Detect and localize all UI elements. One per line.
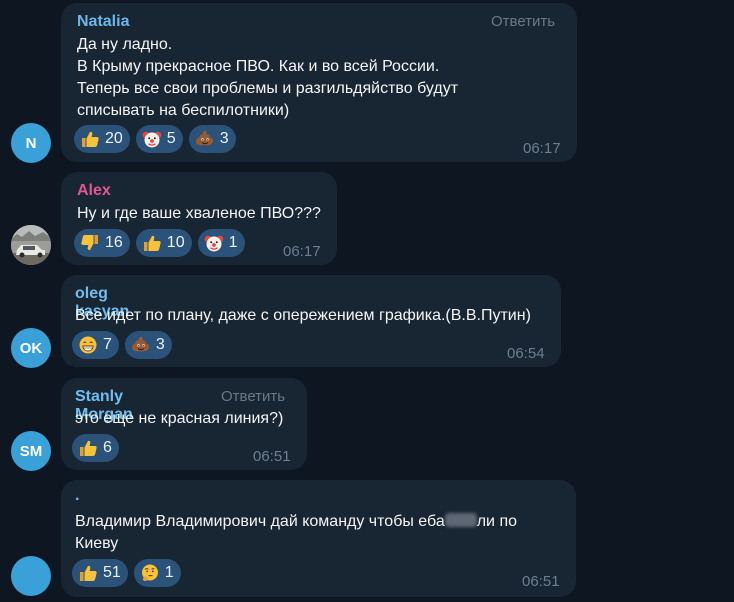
text-segment: Владимир Владимирович дай команду чтобы … bbox=[75, 513, 445, 530]
message-time: 06:51 bbox=[522, 573, 560, 590]
reaction-clown[interactable]: 5 bbox=[135, 125, 183, 153]
reactions: 51 1 bbox=[72, 559, 181, 587]
sender-name[interactable]: Alex bbox=[77, 182, 111, 200]
sender-name[interactable]: Natalia bbox=[77, 13, 129, 31]
reactions: 20 5 3 bbox=[74, 125, 236, 153]
reaction-count: 1 bbox=[164, 564, 174, 581]
reaction-thumbs-up[interactable]: 51 bbox=[72, 559, 128, 587]
text-line: Киеву bbox=[75, 535, 119, 552]
thumbs-down-icon bbox=[81, 235, 98, 251]
reaction-thumbs-up[interactable]: 6 bbox=[72, 434, 119, 462]
thinking-icon bbox=[141, 564, 158, 582]
reaction-count: 51 bbox=[103, 564, 121, 581]
avatar[interactable] bbox=[11, 225, 51, 265]
text-line: списывать на беспилотники) bbox=[77, 102, 290, 119]
poop-icon bbox=[131, 336, 149, 352]
text-line: Владимир Владимирович дай команду чтобы … bbox=[75, 511, 517, 533]
message-time: 06:54 bbox=[507, 345, 545, 362]
text-segment: ли по bbox=[476, 513, 517, 530]
reactions: 16 10 1 bbox=[74, 229, 245, 257]
text-line: Да ну ладно. bbox=[77, 36, 173, 53]
message-text: Владимир Владимирович дай команду чтобы … bbox=[75, 511, 517, 555]
message-time: 06:17 bbox=[523, 140, 561, 157]
avatar[interactable]: OK bbox=[11, 328, 51, 368]
text-line: Теперь все свои проблемы и разгильдяйств… bbox=[77, 80, 459, 97]
reaction-thinking[interactable]: 1 bbox=[133, 559, 181, 587]
sender-name[interactable]: . bbox=[75, 487, 79, 505]
message-text: Все идет по плану, даже с опережением гр… bbox=[75, 305, 531, 327]
reaction-thumbs-up[interactable]: 10 bbox=[135, 229, 192, 257]
thumbs-up-icon bbox=[80, 565, 97, 581]
avatar[interactable] bbox=[11, 556, 51, 596]
car-photo-icon bbox=[11, 225, 51, 265]
reaction-count: 7 bbox=[103, 336, 112, 353]
clown-icon bbox=[204, 235, 223, 252]
reaction-count: 3 bbox=[219, 130, 229, 147]
reaction-clown[interactable]: 1 bbox=[197, 229, 245, 257]
message-text: Ну и где ваше хваленое ПВО??? bbox=[77, 203, 321, 225]
reaction-count: 20 bbox=[105, 130, 123, 147]
thumbs-up-icon bbox=[82, 131, 99, 147]
message-text: Да ну ладно. В Крыму прекрасное ПВО. Как… bbox=[77, 34, 458, 122]
reaction-count: 16 bbox=[105, 234, 123, 251]
reaction-thumbs-down[interactable]: 16 bbox=[74, 229, 130, 257]
grin-icon bbox=[79, 336, 97, 354]
reaction-poop[interactable]: 3 bbox=[188, 125, 236, 153]
thumbs-up-icon bbox=[80, 440, 97, 456]
reaction-poop[interactable]: 3 bbox=[124, 331, 172, 359]
message-time: 06:51 bbox=[253, 448, 291, 465]
avatar[interactable]: SM bbox=[11, 431, 51, 471]
text-line: В Крыму прекрасное ПВО. Как и во всей Ро… bbox=[77, 58, 440, 75]
thumbs-up-icon bbox=[143, 235, 161, 251]
avatar[interactable]: N bbox=[11, 123, 51, 163]
clown-icon bbox=[142, 131, 162, 148]
reactions: 6 bbox=[72, 434, 119, 462]
censored-blur bbox=[444, 513, 477, 527]
message-text: это еще не красная линия?) bbox=[75, 408, 283, 430]
reaction-thumbs-up[interactable]: 20 bbox=[74, 125, 130, 153]
reaction-grin[interactable]: 7 bbox=[72, 331, 119, 359]
message-time: 06:17 bbox=[283, 243, 321, 260]
reply-button[interactable]: Ответить bbox=[221, 388, 285, 405]
reaction-count: 10 bbox=[166, 234, 185, 251]
text-line: Ну и где ваше хваленое ПВО??? bbox=[77, 205, 321, 222]
text-line: Все идет по плану, даже с опережением гр… bbox=[75, 307, 531, 324]
poop-icon bbox=[195, 130, 213, 146]
text-line: это еще не красная линия?) bbox=[75, 410, 284, 427]
reaction-count: 1 bbox=[228, 234, 238, 251]
reaction-count: 5 bbox=[166, 130, 176, 147]
reactions: 7 3 bbox=[72, 331, 172, 359]
reaction-count: 3 bbox=[155, 336, 165, 353]
reply-button[interactable]: Ответить bbox=[491, 13, 555, 30]
reaction-count: 6 bbox=[103, 439, 112, 456]
